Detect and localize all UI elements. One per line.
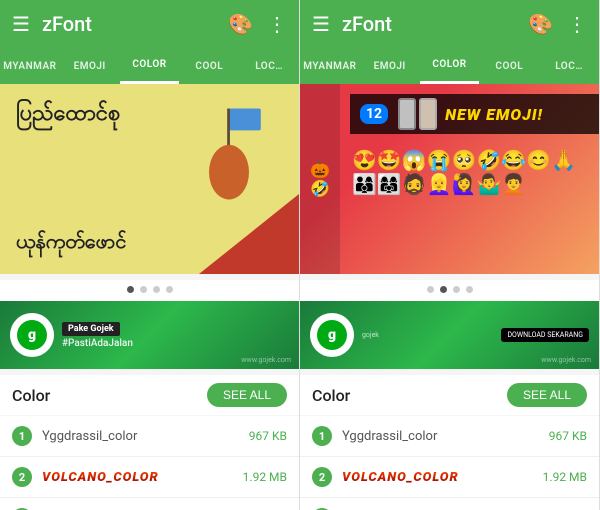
- font-size-2-right: 1.92 MB: [543, 470, 587, 484]
- top-icons-left: 🎨 ⋮: [228, 12, 287, 36]
- tab-bar-left: MYANMAR EMOJI COLOR COOL LOC…: [0, 48, 299, 84]
- menu-icon-right[interactable]: ☰: [312, 12, 330, 36]
- font-item-3-right[interactable]: 3 Water_Brim_color 510 KB: [300, 498, 599, 510]
- ad-text-right: gojek: [362, 331, 493, 339]
- dot-4-right: [466, 286, 473, 293]
- font-name-2-right: VOLCANO_COLOR: [342, 470, 459, 485]
- font-item-1-right[interactable]: 1 Yggdrassil_color 967 KB: [300, 416, 599, 457]
- dot-3-left: [153, 286, 160, 293]
- red-corner: [199, 194, 299, 274]
- ad-tag-left: Pake Gojek: [62, 322, 120, 336]
- panel-right: ☰ zFont 🎨 ⋮ MYANMAR EMOJI COLOR COOL LOC…: [300, 0, 600, 510]
- font-item-3-left[interactable]: 3 Water_Brim_color 510 KB: [0, 498, 299, 510]
- tab-cool-left[interactable]: COOL: [179, 48, 239, 84]
- scroll-right: 🎃🤣 12 NEW EMOJI! 😍🤩😱😭🥺🤣😂😊🙏👨‍👩‍👦👩‍👩‍👧🧔👱‍♀…: [300, 84, 599, 510]
- section-title-left: Color: [12, 386, 207, 405]
- gojek-logo-left: g: [10, 313, 54, 357]
- font-item-1-left[interactable]: 1 Yggdrassil_color 967 KB: [0, 416, 299, 457]
- font-name-2-left: VOLCANO_COLOR: [42, 470, 159, 485]
- more-icon-right[interactable]: ⋮: [567, 12, 587, 36]
- section-header-right: Color SEE ALL: [300, 375, 599, 415]
- app-title-right: zFont: [342, 12, 528, 36]
- ad-banner-right[interactable]: g gojek DOWNLOAD SEKARANG www.gojek.com: [300, 301, 599, 369]
- ios-badge: 12: [360, 104, 388, 124]
- palette-icon-right[interactable]: 🎨: [528, 12, 553, 36]
- ad-hashtag-left: #PastiAdaJalan: [62, 338, 289, 349]
- gojek-logo-inner-right: g: [317, 320, 347, 350]
- ad-gojek-label-right: gojek: [362, 331, 493, 339]
- font-size-1-right: 967 KB: [549, 429, 587, 443]
- gojek-g-left: g: [28, 327, 36, 343]
- font-number-1-right: 1: [312, 426, 332, 446]
- gojek-g-right: g: [328, 327, 336, 343]
- gojek-logo-inner-left: g: [17, 320, 47, 350]
- ad-url-left: www.gojek.com: [241, 356, 291, 364]
- see-all-button-left[interactable]: SEE ALL: [207, 383, 287, 407]
- see-all-button-right[interactable]: SEE ALL: [507, 383, 587, 407]
- tab-color-left[interactable]: COLOR: [120, 48, 180, 84]
- font-name-1-right: Yggdrassil_color: [342, 429, 549, 444]
- download-btn-right[interactable]: DOWNLOAD SEKARANG: [501, 328, 589, 342]
- dot-3-right: [453, 286, 460, 293]
- font-number-1-left: 1: [12, 426, 32, 446]
- tab-cool-right[interactable]: COOL: [479, 48, 539, 84]
- app-title-left: zFont: [42, 12, 228, 36]
- section-header-left: Color SEE ALL: [0, 375, 299, 415]
- banner-left: ပြည်ထောင်စု ယုန်ကုတ်ဖောင်: [0, 84, 299, 274]
- menu-icon-left[interactable]: ☰: [12, 12, 30, 36]
- tab-emoji-left[interactable]: EMOJI: [60, 48, 120, 84]
- dot-4-left: [166, 286, 173, 293]
- tab-bar-right: MYANMAR EMOJI COLOR COOL LOC…: [300, 48, 599, 84]
- tab-local-left[interactable]: LOC…: [239, 48, 299, 84]
- tab-myanmar-left[interactable]: MYANMAR: [0, 48, 60, 84]
- dot-1-right: [427, 286, 434, 293]
- emoji-banner-title: NEW EMOJI!: [445, 105, 543, 124]
- ad-url-right: www.gojek.com: [541, 356, 591, 364]
- top-icons-right: 🎨 ⋮: [528, 12, 587, 36]
- ad-banner-left[interactable]: g Pake Gojek #PastiAdaJalan www.gojek.co…: [0, 301, 299, 369]
- tab-local-right[interactable]: LOC…: [539, 48, 599, 84]
- dot-2-left: [140, 286, 147, 293]
- ad-text-left: Pake Gojek #PastiAdaJalan: [62, 322, 289, 349]
- font-name-1-left: Yggdrassil_color: [42, 429, 249, 444]
- tab-myanmar-right[interactable]: MYANMAR: [300, 48, 360, 84]
- emoji-grid: 😍🤩😱😭🥺🤣😂😊🙏👨‍👩‍👦👩‍👩‍👧🧔👱‍♀️🙋‍♀️🤷‍♂️🧑‍🦱: [348, 144, 599, 274]
- font-item-2-left[interactable]: 2 VOLCANO_COLOR 1.92 MB: [0, 457, 299, 498]
- font-number-2-right: 2: [312, 467, 332, 487]
- panel-left: ☰ zFont 🎨 ⋮ MYANMAR EMOJI COLOR COOL LOC…: [0, 0, 300, 510]
- banner-right: 🎃🤣 12 NEW EMOJI! 😍🤩😱😭🥺🤣😂😊🙏👨‍👩‍👦👩‍👩‍👧🧔👱‍♀…: [300, 84, 599, 274]
- myanmar-banner: ပြည်ထောင်စု ယုန်ကုတ်ဖောင်: [0, 84, 299, 274]
- hand-flag-illustration: [189, 104, 269, 204]
- font-size-1-left: 967 KB: [249, 429, 287, 443]
- tab-emoji-right[interactable]: EMOJI: [360, 48, 420, 84]
- font-number-2-left: 2: [12, 467, 32, 487]
- scroll-left: ပြည်ထောင်စု ယုန်ကုတ်ဖောင်: [0, 84, 299, 510]
- dot-1-left: [127, 286, 134, 293]
- font-item-2-right[interactable]: 2 VOLCANO_COLOR 1.92 MB: [300, 457, 599, 498]
- top-bar-right: ☰ zFont 🎨 ⋮: [300, 0, 599, 48]
- palette-icon-left[interactable]: 🎨: [228, 12, 253, 36]
- font-list-right: 1 Yggdrassil_color 967 KB 2 VOLCANO_COLO…: [300, 416, 599, 510]
- more-icon-left[interactable]: ⋮: [267, 12, 287, 36]
- font-list-left: 1 Yggdrassil_color 967 KB 2 VOLCANO_COLO…: [0, 416, 299, 510]
- top-bar-left: ☰ zFont 🎨 ⋮: [0, 0, 299, 48]
- tab-color-right[interactable]: COLOR: [420, 48, 480, 84]
- section-title-right: Color: [312, 386, 507, 405]
- dots-left: [0, 280, 299, 301]
- gojek-logo-right: g: [310, 313, 354, 357]
- font-size-2-left: 1.92 MB: [243, 470, 287, 484]
- dot-2-right: [440, 286, 447, 293]
- dots-right: [300, 280, 599, 301]
- emoji-banner: 🎃🤣 12 NEW EMOJI! 😍🤩😱😭🥺🤣😂😊🙏👨‍👩‍👦👩‍👩‍👧🧔👱‍♀…: [300, 84, 599, 274]
